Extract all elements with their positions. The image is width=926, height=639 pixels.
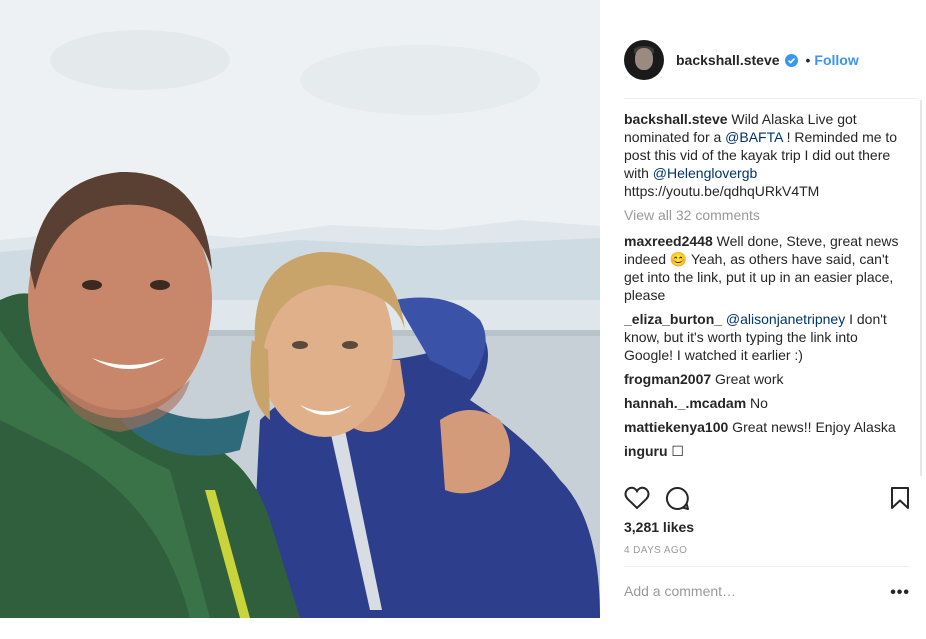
comment-item: frogman2007 Great work (624, 370, 904, 388)
comment-item: _eliza_burton_ @alisonjanetripney I don'… (624, 310, 904, 364)
caption-mention[interactable]: @BAFTA (725, 129, 783, 145)
post-photo-illustration (0, 0, 600, 618)
post-actions (624, 486, 910, 512)
caption-mention[interactable]: @Helenglovergb (653, 165, 758, 181)
post-sidebar: backshall.steve • Follow backshall.steve… (600, 0, 926, 639)
add-comment-input[interactable]: Add a comment… (624, 583, 736, 599)
comment-username[interactable]: maxreed2448 (624, 233, 713, 249)
post-photo[interactable] (0, 0, 600, 618)
comment-username[interactable]: _eliza_burton_ (624, 311, 722, 327)
separator-dot: • (805, 52, 811, 68)
bookmark-icon[interactable] (890, 486, 910, 515)
caption-username[interactable]: backshall.steve (624, 111, 728, 127)
comment-divider (624, 566, 910, 567)
comment-item: hannah._.mcadam No (624, 394, 904, 412)
header-username[interactable]: backshall.steve (676, 52, 780, 68)
likes-count[interactable]: 3,281 likes (624, 519, 694, 535)
comment-username[interactable]: frogman2007 (624, 371, 711, 387)
comment-item: inguru ☐ (624, 442, 904, 460)
avatar-face (635, 48, 653, 70)
follow-button[interactable]: Follow (814, 52, 858, 68)
comments-list[interactable]: backshall.steve Wild Alaska Live got nom… (624, 110, 904, 476)
comment-text: Great news!! Enjoy Alaska (728, 419, 896, 435)
caption: backshall.steve Wild Alaska Live got nom… (624, 110, 904, 200)
comment-text: No (746, 395, 768, 411)
post-header: backshall.steve • Follow (624, 40, 859, 80)
comment-username[interactable]: inguru (624, 443, 668, 459)
avatar[interactable] (624, 40, 664, 80)
caption-link[interactable]: https://youtu.be/qdhqURkV4TM (624, 183, 819, 199)
comment-text: Great work (711, 371, 784, 387)
header-divider (624, 98, 918, 99)
comment-mention[interactable]: @alisonjanetripney (722, 311, 845, 327)
comment-item: maxreed2448 Well done, Steve, great news… (624, 232, 904, 304)
more-options-icon[interactable]: ••• (890, 584, 910, 602)
verified-badge-icon (784, 53, 798, 67)
comment-text: ☐ (667, 443, 684, 459)
comments-scrollbar[interactable] (920, 100, 922, 476)
comment-icon[interactable] (665, 486, 690, 516)
comment-username[interactable]: mattiekenya100 (624, 419, 728, 435)
comment-item: mattiekenya100 Great news!! Enjoy Alaska (624, 418, 904, 436)
heart-icon[interactable] (624, 486, 650, 515)
view-all-comments-link[interactable]: View all 32 comments (624, 206, 904, 224)
comment-username[interactable]: hannah._.mcadam (624, 395, 746, 411)
post-timestamp[interactable]: 4 DAYS AGO (624, 545, 687, 556)
